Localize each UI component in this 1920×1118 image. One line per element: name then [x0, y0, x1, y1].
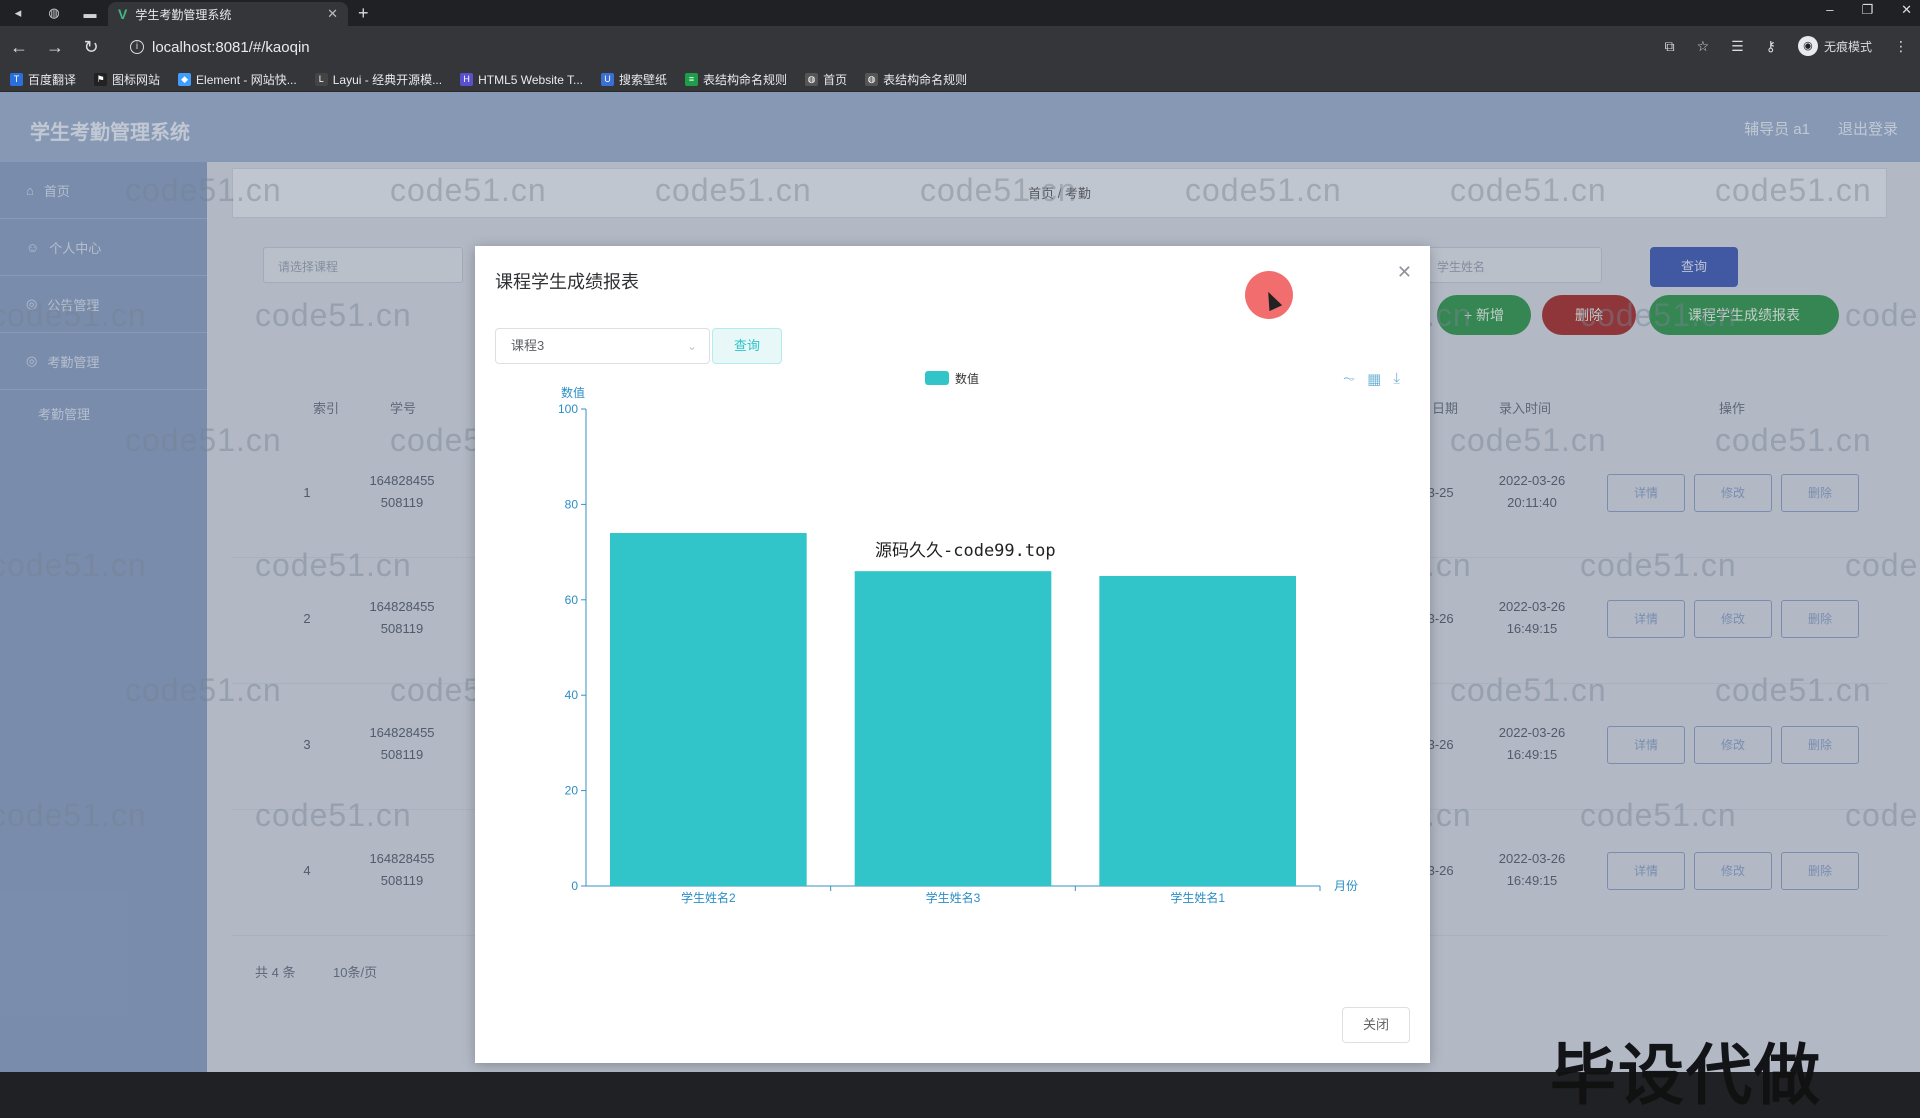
bookmark-item[interactable]: ⚑ 图标网站 [94, 71, 160, 88]
bookmark-label: Element - 网站快... [196, 73, 297, 87]
bookmark-label: 百度翻译 [28, 73, 77, 87]
incognito-icon: ◉ [1797, 36, 1818, 56]
layui-icon: L [314, 73, 328, 86]
bookmark-label: 搜索壁纸 [619, 73, 668, 87]
y-tick-label: 0 [571, 879, 578, 893]
x-tick-label: 学生姓名2 [681, 890, 736, 905]
star-icon[interactable]: ☆ [1697, 38, 1710, 55]
address-bar-row: ← → ↻ i localhost:8081/#/kaoqin ⧉ ☆ ☰ ⚷ … [0, 26, 1920, 68]
new-tab-icon[interactable]: + [358, 3, 369, 24]
browser-tab[interactable]: V 学生考勤管理系统 ✕ [108, 2, 348, 26]
reading-list-icon[interactable]: ☰ [1731, 38, 1744, 55]
dialog-query-button[interactable]: 查询 [712, 328, 782, 364]
bookmark-item[interactable]: L Layui - 经典开源模... [314, 71, 443, 88]
overlay-watermark-text: 源码久久-code99.top [875, 541, 1056, 561]
wallpaper-icon: U [601, 73, 615, 86]
bookmarks-bar: T 百度翻译 ⚑ 图标网站 ◆ Element - 网站快... L Layui - 经… [0, 68, 1920, 92]
report-dialog: 课程学生成绩报表 ✕ 课程3 ⌄ 查询 ⏦ ▦ ⤓ 数值 数值 0 20 40 60 80 1… [475, 246, 1430, 1063]
info-icon[interactable]: i [130, 40, 144, 54]
bookmark-item[interactable]: T 百度翻译 [10, 71, 76, 88]
window-icon[interactable]: ▬ [72, 6, 108, 21]
bookmark-label: 表结构命名规则 [703, 73, 788, 87]
audio-icon[interactable]: ◂ [0, 5, 36, 21]
sheet-icon: ≡ [685, 73, 699, 86]
bar [854, 571, 1052, 886]
bookmark-label: 表结构命名规则 [883, 73, 968, 87]
y-axis-title: 数值 [561, 385, 585, 400]
tab-title: 学生考勤管理系统 [135, 7, 232, 22]
bar-chart: 数值数值020406080100学生姓名2 学生姓名3 学生姓名1月份 [558, 371, 1358, 905]
bar [610, 533, 807, 886]
translate-bookmark-icon: T [10, 73, 23, 86]
restore-icon[interactable]: ❐ [1861, 2, 1873, 18]
x-axis-title: 月份 [1334, 879, 1358, 893]
close-icon[interactable]: ✕ [1397, 262, 1412, 283]
element-icon: ◆ [178, 73, 192, 86]
globe-icon[interactable]: ◍ [36, 5, 72, 21]
legend-label: 数值 [955, 371, 979, 386]
bookmark-item[interactable]: ◆ Element - 网站快... [178, 71, 297, 88]
bookmark-label: HTML5 Website T... [478, 72, 584, 87]
bookmark-item[interactable]: ◍ 表结构命名规则 [865, 71, 967, 88]
globe-bookmark-icon: ◍ [865, 73, 879, 86]
bookmark-label: 图标网站 [112, 73, 161, 87]
profile-label: 无痕模式 [1823, 39, 1872, 54]
minimize-icon[interactable]: – [1826, 2, 1833, 18]
bookmark-item[interactable]: ◍ 首页 [805, 71, 847, 88]
reload-icon[interactable]: ↻ [80, 37, 102, 58]
html5-icon: H [460, 73, 474, 86]
bookmark-label: Layui - 经典开源模... [332, 73, 443, 87]
key-icon[interactable]: ⚷ [1766, 38, 1776, 55]
vue-favicon-icon: V [118, 6, 128, 22]
window-controls: – ❐ ✕ [1826, 2, 1912, 18]
x-tick-label: 学生姓名1 [1170, 890, 1225, 905]
omnibox[interactable]: i localhost:8081/#/kaoqin [130, 39, 310, 56]
y-tick-label: 100 [558, 402, 578, 416]
browser-tabbar: ◂ ◍ ▬ V 学生考勤管理系统 ✕ + – ❐ ✕ [0, 0, 1920, 26]
y-tick-label: 60 [565, 593, 579, 607]
toolbar-right: ⧉ ☆ ☰ ⚷ ◉ 无痕模式 ⋮ [1665, 36, 1908, 56]
translate-icon[interactable]: ⧉ [1665, 38, 1675, 55]
y-tick-label: 20 [565, 784, 579, 798]
url-text[interactable]: localhost:8081/#/kaoqin [152, 39, 310, 56]
bar [1099, 575, 1296, 886]
globe-bookmark-icon: ◍ [805, 73, 819, 86]
bookmark-item[interactable]: ≡ 表结构命名规则 [685, 71, 787, 88]
legend-swatch [925, 371, 949, 385]
x-tick-label: 学生姓名3 [926, 890, 981, 905]
close-window-icon[interactable]: ✕ [1901, 2, 1912, 18]
chevron-down-icon: ⌄ [686, 339, 697, 353]
y-tick-label: 80 [565, 497, 579, 511]
course-select-value: 课程3 [511, 338, 545, 353]
forward-icon[interactable]: → [44, 37, 66, 58]
flag-icon: ⚑ [94, 73, 108, 86]
y-tick-label: 40 [565, 688, 579, 702]
menu-icon[interactable]: ⋮ [1894, 38, 1908, 55]
bookmark-label: 首页 [823, 73, 848, 87]
back-icon[interactable]: ← [8, 37, 30, 58]
dialog-title: 课程学生成绩报表 [495, 272, 639, 292]
bookmark-item[interactable]: H HTML5 Website T... [460, 73, 583, 87]
profile-button[interactable]: ◉ 无痕模式 [1797, 36, 1872, 56]
dialog-close-button[interactable]: 关闭 [1342, 1007, 1410, 1043]
close-tab-icon[interactable]: ✕ [327, 6, 338, 22]
course-select[interactable]: 课程3 ⌄ [495, 328, 710, 364]
bookmark-item[interactable]: U 搜索壁纸 [601, 71, 667, 88]
